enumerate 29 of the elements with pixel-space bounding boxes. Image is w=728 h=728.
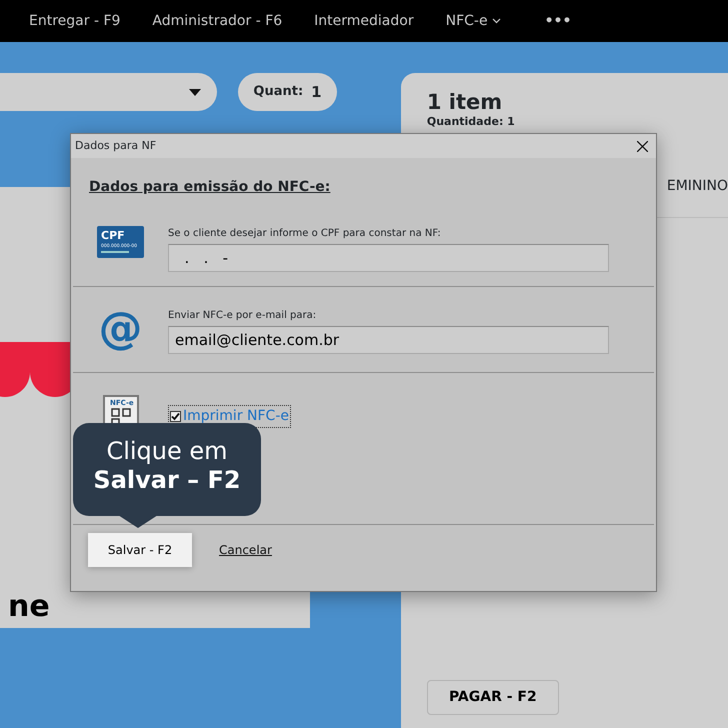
- quantity-value: 1: [311, 82, 322, 103]
- email-icon: @: [98, 307, 142, 351]
- logo-text: ne: [8, 592, 50, 622]
- email-label: Enviar NFC-e por e-mail para:: [168, 309, 318, 323]
- quantity-summary: Quantidade: 1: [426, 114, 516, 130]
- more-menu[interactable]: •••: [544, 10, 572, 32]
- chevron-icon: [492, 18, 501, 24]
- cpf-label: Se o cliente desejar informe o CPF para constar na NF:: [168, 227, 442, 241]
- pay-button[interactable]: PAGAR - F2: [426, 680, 559, 715]
- quantity-label: Quant:: [253, 83, 304, 102]
- tooltip-text: Clique em: [105, 437, 229, 466]
- close-icon[interactable]: [637, 140, 648, 152]
- save-button[interactable]: Salvar - F2: [88, 533, 192, 567]
- cpf-field[interactable]: . . -: [168, 244, 609, 272]
- logo-mark: [0, 342, 70, 397]
- dialog-heading: Dados para emissão do NFC-e:: [89, 178, 332, 197]
- checkbox[interactable]: [170, 411, 181, 422]
- cancel-link[interactable]: Cancelar: [219, 541, 272, 559]
- tooltip-emphasis: Salvar – F2: [92, 466, 242, 495]
- item-count: 1 item: [426, 91, 504, 114]
- nav-dropdown[interactable]: NFC-e: [446, 10, 501, 32]
- dialog-title: Dados para NF: [75, 138, 156, 154]
- caret-icon: [189, 88, 201, 96]
- quantity-pill[interactable]: Quant: 1: [238, 73, 337, 111]
- email-field[interactable]: email@cliente.com.br: [168, 326, 609, 354]
- nav-link[interactable]: Entregar - F9: [29, 10, 120, 32]
- nav-link[interactable]: Intermediador: [314, 10, 414, 32]
- nav-link[interactable]: Administrador - F6: [152, 10, 282, 32]
- item-name: EMININO: [666, 176, 728, 196]
